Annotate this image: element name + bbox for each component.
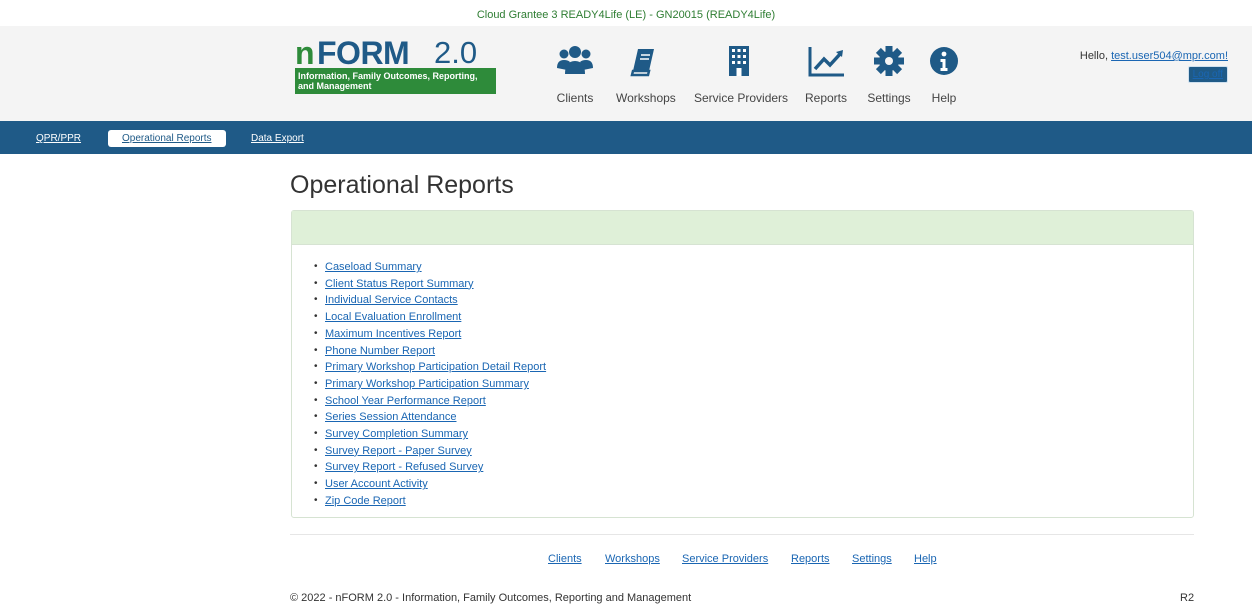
report-link-local-evaluation-enrollment[interactable]: Local Evaluation Enrollment [325,311,461,323]
report-link-client-status-report-summary[interactable]: Client Status Report Summary [325,278,474,290]
report-link-individual-service-contacts[interactable]: Individual Service Contacts [325,294,458,306]
help-icon [926,44,962,80]
nav-settings-label: Settings [867,91,911,105]
list-item: Local Evaluation Enrollment [314,309,1193,326]
list-item: Phone Number Report [314,343,1193,360]
report-link-primary-workshop-participation-detail-report[interactable]: Primary Workshop Participation Detail Re… [325,361,546,373]
app-header: n FORM 2.0 Information, Family Outcomes,… [0,26,1252,121]
list-item: Maximum Incentives Report [314,326,1193,343]
list-item: Zip Code Report [314,493,1193,510]
copyright-text: © 2022 - nFORM 2.0 - Information, Family… [290,592,692,604]
reports-panel-header [292,211,1193,245]
subnav-qpr-ppr[interactable]: QPR/PPR [36,133,81,144]
list-item: Series Session Attendance [314,409,1193,426]
report-link-school-year-performance-report[interactable]: School Year Performance Report [325,395,486,407]
nav-clients-label: Clients [556,91,594,105]
nform-logo[interactable]: n FORM 2.0 Information, Family Outcomes,… [295,35,497,94]
footer-link-service-providers[interactable]: Service Providers [682,553,768,565]
footer-link-settings[interactable]: Settings [852,553,892,565]
list-item: Primary Workshop Participation Summary [314,376,1193,393]
report-link-survey-report-refused-survey[interactable]: Survey Report - Refused Survey [325,461,483,473]
nav-workshops[interactable]: Workshops [616,44,676,108]
logo-version: 2.0 [434,35,478,70]
clients-icon [553,44,597,80]
list-item: Survey Completion Summary [314,426,1193,443]
list-item: Client Status Report Summary [314,276,1193,293]
reports-subnav: QPR/PPR Operational Reports Data Export [0,121,1252,154]
list-item: Survey Report - Refused Survey [314,459,1193,476]
nav-reports[interactable]: Reports [804,44,848,108]
user-email-link[interactable]: test.user504@mpr.com! [1111,50,1228,62]
report-link-user-account-activity[interactable]: User Account Activity [325,478,428,490]
service-providers-icon [694,44,784,80]
logo-n: n [295,35,315,71]
report-list: Caseload Summary Client Status Report Su… [292,245,1193,510]
list-item: School Year Performance Report [314,393,1193,410]
logo-tagline: Information, Family Outcomes, Reporting,… [295,68,496,94]
report-link-survey-report-paper-survey[interactable]: Survey Report - Paper Survey [325,445,472,457]
list-item: Individual Service Contacts [314,292,1193,309]
workshops-icon [616,44,672,80]
list-item: Primary Workshop Participation Detail Re… [314,359,1193,376]
logo-form: FORM [317,35,410,71]
report-link-series-session-attendance[interactable]: Series Session Attendance [325,411,456,423]
reports-icon [804,44,848,80]
nav-help[interactable]: Help [926,44,962,108]
list-item: Survey Report - Paper Survey [314,443,1193,460]
nav-reports-label: Reports [804,91,848,105]
subnav-data-export[interactable]: Data Export [251,133,304,144]
footer-nav: Clients Workshops Service Providers Repo… [0,553,1252,569]
user-area: Hello, test.user504@mpr.com! Log off [1080,50,1228,83]
subnav-operational-reports[interactable]: Operational Reports [108,130,226,147]
list-item: User Account Activity [314,476,1193,493]
logoff-button[interactable]: Log off [1187,66,1228,83]
user-greeting: Hello, [1079,50,1108,62]
release-label: R2 [1180,592,1195,604]
nav-service-providers[interactable]: Service Providers [694,44,789,108]
report-link-phone-number-report[interactable]: Phone Number Report [325,345,435,357]
nav-help-label: Help [931,91,957,105]
report-link-maximum-incentives-report[interactable]: Maximum Incentives Report [325,328,461,340]
nav-clients[interactable]: Clients [553,44,597,108]
footer-link-workshops[interactable]: Workshops [605,553,660,565]
report-link-zip-code-report[interactable]: Zip Code Report [325,495,406,507]
footer-link-help[interactable]: Help [914,553,937,565]
report-link-survey-completion-summary[interactable]: Survey Completion Summary [325,428,468,440]
footer-divider [290,534,1194,535]
nav-settings[interactable]: Settings [867,44,911,108]
footer-link-reports[interactable]: Reports [791,553,830,565]
page-title: Operational Reports [290,171,514,199]
logo-wordmark: n FORM 2.0 [295,35,497,71]
settings-icon [867,44,911,80]
report-link-primary-workshop-participation-summary[interactable]: Primary Workshop Participation Summary [325,378,529,390]
list-item: Caseload Summary [314,259,1193,276]
nav-workshops-label: Workshops [616,91,676,105]
report-link-caseload-summary[interactable]: Caseload Summary [325,261,422,273]
reports-panel: Caseload Summary Client Status Report Su… [291,210,1194,518]
grantee-banner: Cloud Grantee 3 READY4Life (LE) - GN2001… [0,0,1252,26]
footer-link-clients[interactable]: Clients [548,553,582,565]
nav-service-providers-label: Service Providers [694,91,789,105]
